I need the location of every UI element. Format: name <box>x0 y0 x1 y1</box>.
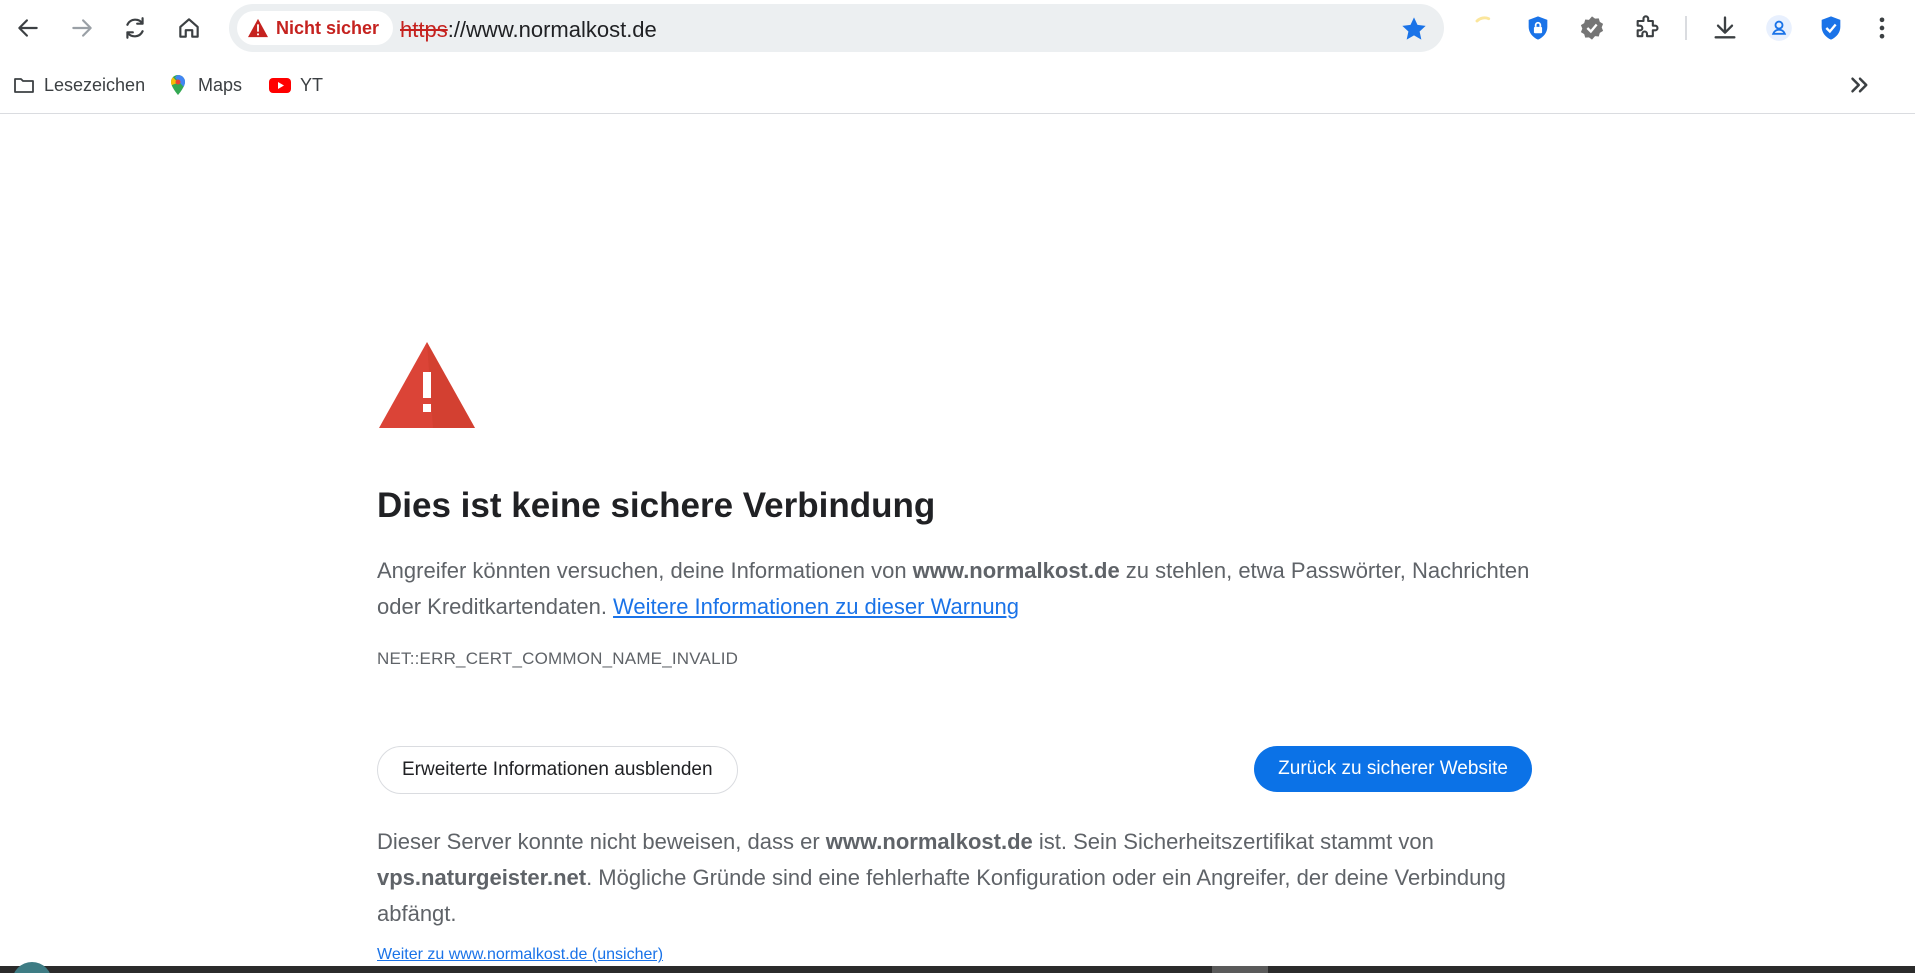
explanation-text: Angreifer könnten versuchen, deine Infor… <box>377 553 1532 625</box>
reload-icon <box>126 17 144 39</box>
profile-button[interactable] <box>1763 12 1795 44</box>
ssl-interstitial: Dies ist keine sichere Verbindung Angrei… <box>377 340 1532 964</box>
details-issuer: vps.naturgeister.net <box>377 865 587 890</box>
warning-triangle-icon <box>379 342 475 428</box>
back-to-safety-button[interactable]: Zurück zu sicherer Website <box>1254 746 1532 792</box>
extensions-button[interactable] <box>1631 12 1663 44</box>
puzzle-icon <box>1636 15 1659 38</box>
toolbar-separator <box>1685 16 1687 40</box>
taskbar-button[interactable] <box>12 962 52 973</box>
arrow-left-icon <box>18 19 38 37</box>
shield-lock-icon <box>1528 16 1548 40</box>
home-button[interactable] <box>169 8 209 48</box>
avatar-icon <box>1766 15 1792 41</box>
page-title: Dies ist keine sichere Verbindung <box>377 486 936 525</box>
bookmark-label: Lesezeichen <box>44 74 146 95</box>
learn-more-link[interactable]: Weitere Informationen zu dieser Warnung <box>613 594 1019 619</box>
forward-button[interactable] <box>62 8 102 48</box>
explanation-host: www.normalkost.de <box>912 558 1120 583</box>
proceed-unsafe-link[interactable]: Weiter zu www.normalkost.de (unsicher) <box>377 946 663 964</box>
warning-triangle-icon <box>248 18 268 38</box>
security-chip[interactable]: Nicht sicher <box>237 11 394 45</box>
taskbar-strip <box>0 966 1915 973</box>
extension-verified[interactable] <box>1576 12 1608 44</box>
url-host: ://www.normalkost.de <box>447 17 657 42</box>
browser-menu-button[interactable] <box>1866 12 1898 44</box>
address-bar[interactable]: Nicht sicher https://www.normalkost.de <box>229 4 1444 52</box>
error-code: NET::ERR_CERT_COMMON_NAME_INVALID <box>377 649 739 668</box>
details-part: Dieser Server konnte nicht beweisen, das… <box>377 829 826 854</box>
details-text: Dieser Server konnte nicht beweisen, das… <box>377 824 1532 932</box>
bookmark-maps[interactable]: Maps <box>166 70 242 100</box>
spinner-icon <box>1475 16 1491 23</box>
arrow-right-icon <box>72 19 92 37</box>
shield-check-icon <box>1821 16 1841 40</box>
kebab-menu-icon <box>1879 17 1885 39</box>
extension-security-shield[interactable] <box>1815 12 1847 44</box>
explanation-part: Angreifer könnten versuchen, deine Infor… <box>377 558 913 583</box>
security-chip-label: Nicht sicher <box>276 17 380 38</box>
bookmarks-bar: Lesezeichen Maps YT <box>0 56 1915 114</box>
button-row: Erweiterte Informationen ausblenden Zurü… <box>377 746 1532 794</box>
home-icon <box>179 18 199 38</box>
taskbar-segment <box>1212 966 1268 973</box>
bookmark-label: Maps <box>198 74 243 95</box>
reload-button[interactable] <box>115 8 155 48</box>
extension-loading[interactable] <box>1468 12 1500 44</box>
browser-toolbar: Nicht sicher https://www.normalkost.de <box>0 0 1915 56</box>
bookmark-label: YT <box>300 74 324 95</box>
verified-badge-icon <box>1580 16 1604 40</box>
folder-icon <box>14 78 34 93</box>
details-part: ist. Sein Sicherheitszertifikat stammt v… <box>1032 829 1434 854</box>
extension-password-manager[interactable] <box>1522 12 1554 44</box>
maps-pin-icon <box>170 75 185 95</box>
hide-details-button[interactable]: Erweiterte Informationen ausblenden <box>377 746 738 794</box>
details-host: www.normalkost.de <box>825 829 1033 854</box>
double-chevron-right-icon[interactable] <box>1845 70 1875 100</box>
back-button[interactable] <box>8 8 48 48</box>
bookmark-lesezeichen[interactable]: Lesezeichen <box>12 70 145 100</box>
bookmark-yt[interactable]: YT <box>268 70 323 100</box>
download-icon <box>1714 16 1736 39</box>
url-scheme: https <box>400 17 448 42</box>
youtube-icon <box>269 78 291 93</box>
bookmark-star-icon[interactable] <box>1400 15 1428 43</box>
url-text[interactable]: https://www.normalkost.de <box>400 17 657 43</box>
downloads-button[interactable] <box>1709 12 1741 44</box>
